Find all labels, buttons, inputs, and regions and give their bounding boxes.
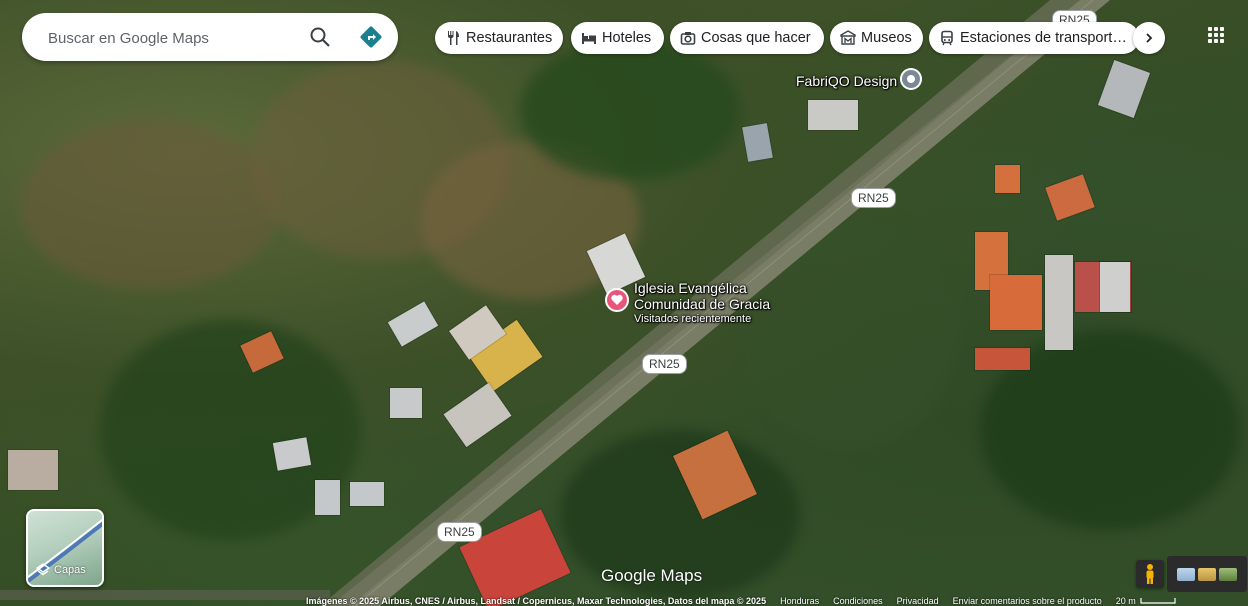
- search-box: [22, 13, 398, 61]
- road-shield-label: RN25: [437, 522, 482, 542]
- map-type-satellite-3d[interactable]: [1198, 567, 1216, 581]
- building: [272, 437, 312, 471]
- satellite-map[interactable]: RN25 RN25 RN25 RN25 FabriQO Design Igles…: [0, 0, 1248, 606]
- heart-pin-icon: [605, 288, 629, 312]
- directions-icon[interactable]: [359, 25, 383, 49]
- building: [1045, 255, 1073, 350]
- search-icon[interactable]: [308, 25, 332, 49]
- place-name-line2: Comunidad de Gracia: [634, 296, 771, 312]
- map-type-terrain[interactable]: [1177, 567, 1195, 581]
- building: [390, 388, 422, 418]
- building: [990, 275, 1042, 330]
- country-link[interactable]: Honduras: [780, 596, 819, 606]
- apps-grid-icon[interactable]: [1203, 22, 1229, 48]
- layers-label: Capas: [54, 564, 86, 576]
- attribution-bar: Imágenes © 2025 Airbus, CNES / Airbus, L…: [306, 595, 1248, 606]
- transit-icon: [941, 30, 953, 46]
- feedback-link[interactable]: Enviar comentarios sobre el producto: [953, 596, 1102, 606]
- hotel-icon: [582, 33, 596, 44]
- restaurant-icon: [448, 31, 459, 45]
- scale-bar: [1140, 597, 1176, 604]
- place-name-line1: Iglesia Evangélica: [634, 280, 747, 296]
- google-maps-logo: Google Maps: [601, 566, 703, 585]
- place-pin-icon: [900, 68, 922, 90]
- chevron-right-icon: [1146, 33, 1153, 43]
- building: [350, 482, 384, 506]
- chip-estaciones-transporte[interactable]: Estaciones de transport…: [929, 22, 1139, 54]
- layers-icon: [36, 563, 50, 576]
- building: [995, 165, 1020, 193]
- chip-cosas-que-hacer[interactable]: Cosas que hacer: [670, 22, 824, 54]
- road-shield-label: RN25: [851, 188, 896, 208]
- pegman-icon: [1146, 564, 1154, 584]
- building: [975, 348, 1030, 370]
- building: [808, 100, 858, 130]
- chip-museos[interactable]: Museos: [830, 22, 923, 54]
- chip-hoteles[interactable]: Hoteles: [571, 22, 664, 54]
- building: [315, 480, 340, 515]
- place-name: FabriQO Design: [796, 73, 898, 89]
- museum-icon: [840, 30, 856, 45]
- chip-restaurantes[interactable]: Restaurantes: [435, 22, 563, 54]
- privacy-link[interactable]: Privacidad: [897, 596, 939, 606]
- camera-icon: [680, 32, 696, 45]
- chip-label: Hoteles: [602, 30, 652, 46]
- layers-button[interactable]: Capas: [26, 509, 104, 587]
- building: [1100, 262, 1130, 312]
- imagery-attribution: Imágenes © 2025 Airbus, CNES / Airbus, L…: [306, 595, 767, 606]
- terms-link[interactable]: Condiciones: [833, 596, 883, 606]
- place-subtitle: Visitados recientemente: [634, 313, 752, 325]
- chip-label: Cosas que hacer: [701, 30, 811, 46]
- scale-label[interactable]: 20 m: [1116, 596, 1136, 606]
- building: [8, 450, 58, 490]
- street-view-pegman[interactable]: [1136, 560, 1164, 588]
- chip-label: Estaciones de transport…: [960, 30, 1127, 46]
- search-input[interactable]: [46, 25, 300, 51]
- map-type-switcher: [1167, 556, 1247, 592]
- chip-label: Museos: [861, 30, 912, 46]
- chips-scroll-right-button[interactable]: [1133, 22, 1165, 54]
- chip-label: Restaurantes: [466, 30, 553, 46]
- road-shield-label: RN25: [642, 354, 687, 374]
- map-type-earth[interactable]: [1219, 567, 1237, 581]
